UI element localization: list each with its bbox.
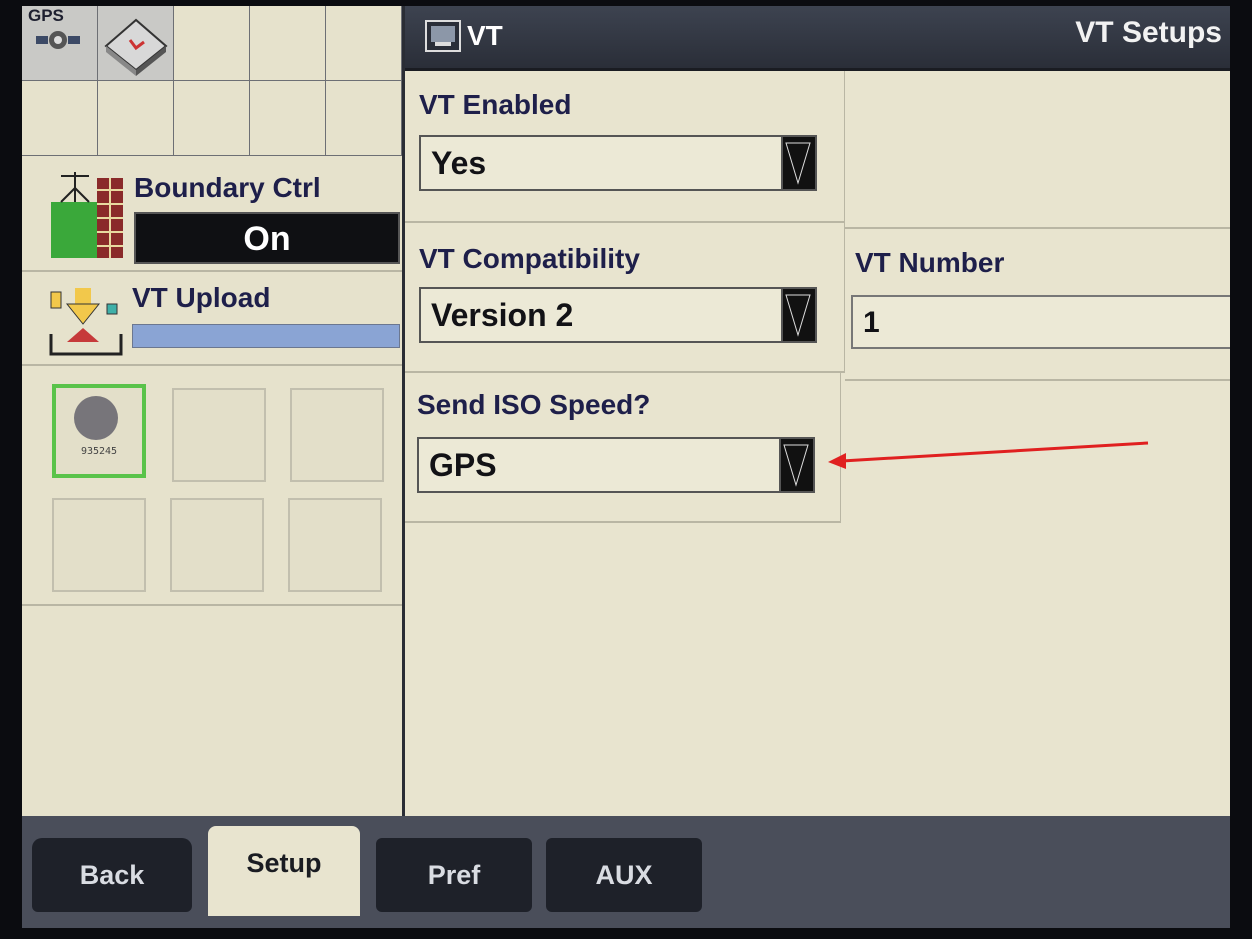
vt-compatibility-dropdown[interactable]: Version 2 — [419, 287, 817, 343]
send-iso-speed-dropdown[interactable]: GPS — [417, 437, 815, 493]
tab-aux[interactable]: AUX — [546, 838, 702, 912]
app-title: VT — [467, 20, 503, 51]
implement-slot[interactable]: 935245 — [52, 384, 146, 478]
storage-drive-icon — [104, 18, 168, 76]
boundary-field-icon — [51, 172, 123, 258]
dropdown-arrow-icon[interactable] — [781, 289, 815, 341]
empty-block — [845, 71, 1230, 229]
back-button[interactable]: Back — [32, 838, 192, 912]
implement-slot[interactable] — [288, 498, 382, 592]
boundary-control-widget[interactable]: Boundary Ctrl On — [22, 158, 402, 272]
mini-view-grid: GPS — [22, 6, 402, 156]
upload-progress-fill — [133, 325, 399, 347]
vt-enabled-label: VT Enabled — [419, 89, 572, 120]
send-iso-speed-label: Send ISO Speed? — [417, 389, 651, 420]
empty-mini-cell[interactable] — [250, 81, 326, 156]
title-bar: VT VT Setups — [405, 6, 1230, 71]
upload-progress-bar — [132, 324, 400, 348]
empty-mini-cell[interactable] — [98, 81, 174, 156]
implement-slot[interactable] — [170, 498, 264, 592]
send-iso-speed-value: GPS — [429, 447, 497, 483]
vt-enabled-dropdown[interactable]: Yes — [419, 135, 817, 191]
vt-number-input[interactable]: 1 — [851, 295, 1230, 349]
empty-mini-cell[interactable] — [326, 81, 402, 156]
storage-cell[interactable] — [98, 6, 174, 81]
vt-compatibility-value: Version 2 — [431, 297, 574, 333]
empty-mini-cell[interactable] — [326, 6, 402, 81]
vt-enabled-value: Yes — [431, 145, 487, 181]
vt-number-block: VT Number 1 — [845, 229, 1230, 381]
vt-upload-widget[interactable]: VT Upload — [22, 272, 402, 366]
empty-mini-cell[interactable] — [250, 6, 326, 81]
upload-title: VT Upload — [132, 282, 271, 313]
vt-compatibility-label: VT Compatibility — [419, 243, 640, 274]
empty-mini-cell[interactable] — [174, 81, 250, 156]
implement-icon — [74, 396, 118, 440]
implement-slot-label: 935245 — [80, 446, 118, 457]
boundary-state-button[interactable]: On — [134, 212, 400, 264]
dropdown-arrow-icon[interactable] — [781, 137, 815, 189]
vt-compatibility-block: VT Compatibility Version 2 — [405, 223, 845, 373]
empty-mini-cell[interactable] — [22, 81, 98, 156]
implement-slot[interactable] — [290, 388, 384, 482]
display-screen: GPS Boundary Ctrl On VT Upload 935245 VT… — [22, 6, 1230, 928]
upload-icon — [49, 288, 123, 356]
page-title: VT Setups — [1075, 16, 1222, 49]
gps-label: GPS — [28, 6, 64, 25]
empty-mini-cell[interactable] — [174, 6, 250, 81]
implement-slot[interactable] — [52, 498, 146, 592]
left-panel: GPS Boundary Ctrl On VT Upload 935245 — [22, 6, 405, 816]
boundary-title: Boundary Ctrl — [134, 172, 321, 203]
implement-slots: 935245 — [22, 372, 402, 606]
vt-enabled-block: VT Enabled Yes — [405, 71, 845, 223]
vt-number-label: VT Number — [855, 247, 1005, 278]
tab-setup[interactable]: Setup — [208, 826, 360, 916]
bottom-tab-bar: Back Setup Pref AUX — [22, 816, 1230, 928]
gps-status-cell[interactable]: GPS — [22, 6, 98, 81]
vt-app-icon — [425, 20, 461, 52]
dropdown-arrow-icon[interactable] — [779, 439, 813, 491]
vt-number-value: 1 — [863, 306, 880, 339]
send-iso-speed-block: Send ISO Speed? GPS — [405, 373, 841, 523]
annotation-arrow-icon — [828, 441, 1149, 469]
tab-pref[interactable]: Pref — [376, 838, 532, 912]
implement-slot[interactable] — [172, 388, 266, 482]
